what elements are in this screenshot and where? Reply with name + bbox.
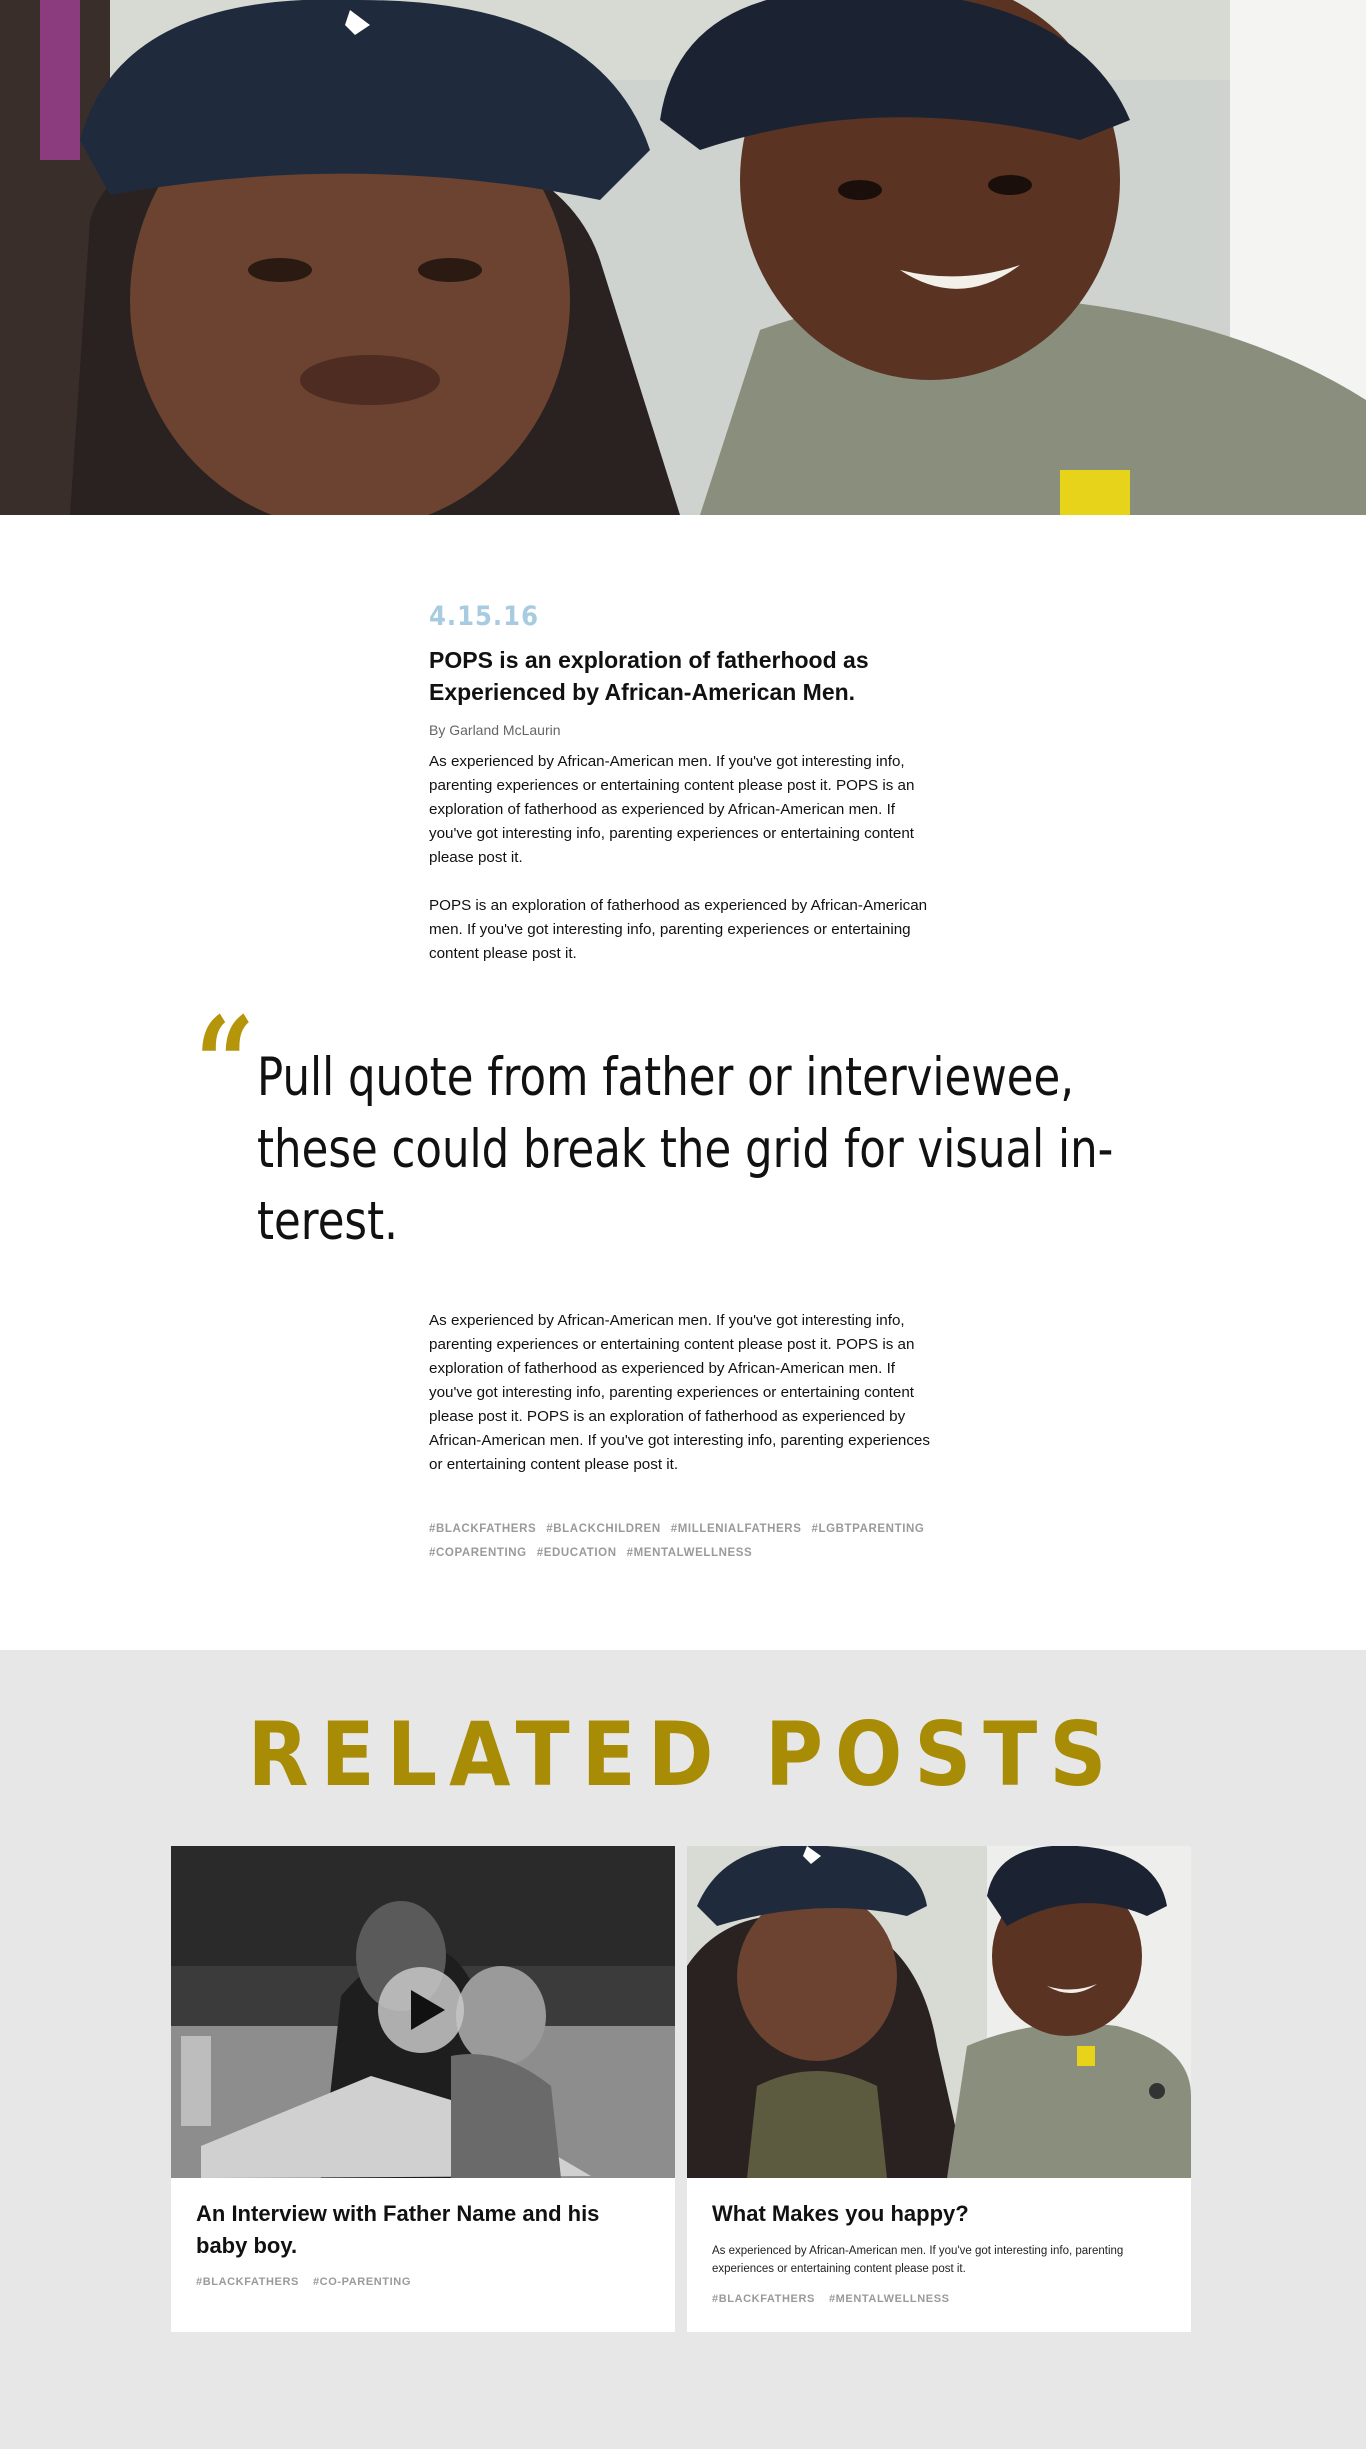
hero-photo [0, 0, 1366, 515]
related-post-tags: #BLACKFATHERS #CO-PARENTING [196, 2276, 425, 2288]
related-post-title[interactable]: An Interview with Father Name and his ba… [196, 2198, 646, 2262]
article-body: 4.15.16 POPS is an exploration of father… [429, 600, 937, 966]
post-tags: #BLACKFATHERS #BLACKCHILDREN #MILLENIALFAT… [429, 1517, 949, 1565]
paragraph-1: As experienced by African-American men. … [429, 753, 915, 866]
related-post-title[interactable]: What Makes you happy? [712, 2198, 1162, 2230]
tag-link[interactable]: #BLACKCHILDREN [546, 1517, 660, 1541]
pull-quote-text: Pull quote from father or interviewee, t… [257, 1042, 1114, 1258]
tag-link[interactable]: #MILLENIALFATHERS [671, 1517, 802, 1541]
post-byline: By Garland McLaurin [429, 722, 561, 738]
related-post-card[interactable]: What Makes you happy? As experienced by … [687, 1846, 1191, 2332]
paragraph-2: POPS is an exploration of fatherhood as … [429, 897, 928, 962]
paragraph-3: As experienced by African-American men. … [429, 1312, 930, 1473]
tag-link[interactable]: #EDUCATION [537, 1541, 617, 1565]
tag-link[interactable]: #MENTALWELLNESS [627, 1541, 753, 1565]
tag-link[interactable]: #COPARENTING [429, 1541, 527, 1565]
related-post-tags: #BLACKFATHERS #MENTALWELLNESS [712, 2293, 964, 2305]
related-posts-section: RELATED POSTS An Interview with Father N… [0, 1650, 1366, 2449]
related-post-card[interactable]: An Interview with Father Name and his ba… [171, 1846, 675, 2332]
pull-quote-line: terest. [257, 1191, 398, 1252]
post-thumbnail-photo [687, 1846, 1191, 2178]
pull-quote-line: Pull quote from father or interviewee, [257, 1047, 1075, 1108]
tag-link[interactable]: #BLACKFATHERS [712, 2293, 815, 2305]
tag-link[interactable]: #LGBTPARENTING [811, 1517, 924, 1541]
video-thumbnail[interactable] [171, 1846, 675, 2178]
article-body-continued: As experienced by African-American men. … [429, 1298, 937, 1477]
related-posts-title: RELATED POSTS [247, 1703, 1119, 1806]
post-thumbnail[interactable] [687, 1846, 1191, 2178]
hero-image [0, 0, 1366, 515]
pull-quote-line: these could break the grid for visual in… [257, 1119, 1114, 1180]
related-post-excerpt: As experienced by African-American men. … [712, 2245, 1124, 2275]
tag-link[interactable]: #CO-PARENTING [313, 2276, 411, 2288]
post-date: 4.15.16 [429, 601, 539, 632]
quote-mark-icon: “ [195, 988, 255, 1141]
tag-link[interactable]: #BLACKFATHERS [196, 2276, 299, 2288]
tag-link[interactable]: #MENTALWELLNESS [829, 2293, 950, 2305]
post-headline: POPS is an exploration of fatherhood as … [429, 647, 869, 705]
play-button[interactable] [378, 1967, 464, 2053]
tag-link[interactable]: #BLACKFATHERS [429, 1517, 536, 1541]
